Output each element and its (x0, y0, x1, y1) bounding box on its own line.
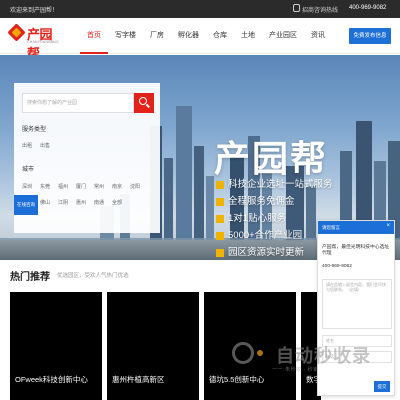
post-info-button[interactable]: 免费发布信息 (349, 28, 391, 44)
city-option[interactable]: 佛山 (40, 199, 50, 206)
feature-list: 科技企业选址一站式服务 全程服务免佣金 1对1贴心服务 5000+合作产业园 园… (216, 179, 333, 260)
service-option-sale[interactable]: 出售 (40, 142, 50, 149)
main-nav: 首页 写字楼 厂房 孵化器 仓库 土地 产业园区 资讯 (80, 18, 332, 54)
city-option[interactable]: 惠州 (76, 199, 86, 206)
nav-news[interactable]: 资讯 (304, 18, 332, 54)
city-option[interactable]: 南通 (94, 199, 104, 206)
consult-intro: 产园帮，最佳光明科技中心选址代理 (322, 245, 390, 257)
feature-item: 全程服务免佣金 (216, 196, 333, 213)
hotline-label: 招商咨询热线 (302, 8, 339, 14)
logo-subtitle: CHANYUANBANG (27, 40, 59, 44)
check-icon (216, 198, 224, 206)
watermark: 自动秒收录 一一·朱秒收 · 秒审 (232, 340, 382, 380)
feature-item: 科技企业选址一站式服务 (216, 179, 333, 196)
nav-office[interactable]: 写字楼 (108, 18, 143, 54)
close-icon[interactable]: × (386, 223, 390, 229)
nav-land[interactable]: 土地 (234, 18, 262, 54)
online-consult-button[interactable]: 在线咨询 (14, 195, 38, 215)
city-option[interactable]: 福州 (58, 183, 68, 190)
park-card[interactable]: 惠州杵植高新区 (107, 292, 199, 400)
city-option[interactable]: 南京 (112, 183, 122, 190)
welcome-text: 欢迎来到产园帮！ (10, 8, 59, 14)
header: 产园帮 CHANYUANBANG 首页 写字楼 厂房 孵化器 仓库 土地 产业园… (0, 18, 400, 61)
service-option-rent[interactable]: 出租 (22, 142, 32, 149)
watermark-subtext: 一一·朱秒收 · 秒审 (272, 367, 319, 373)
nav-incubator[interactable]: 孵化器 (171, 18, 206, 54)
consult-phone: 400-969-9082 (322, 264, 352, 269)
city-option[interactable]: 深圳 (22, 183, 32, 190)
watermark-logo-icon (232, 342, 254, 364)
nav-industrial-park[interactable]: 产业园区 (262, 18, 304, 54)
feature-item: 园区资源实时更新 (216, 247, 333, 260)
city-option[interactable]: 沈阳 (130, 183, 140, 190)
city-option[interactable]: 东莞 (40, 183, 50, 190)
feature-item: 1对1贴心服务 (216, 213, 333, 230)
service-type-label: 服务类型 (22, 127, 47, 133)
check-icon (216, 181, 224, 189)
logo-mark-icon (7, 23, 26, 42)
submit-button[interactable]: 提交 (374, 381, 390, 392)
nav-factory[interactable]: 厂房 (143, 18, 171, 54)
banner-slogan: 产园帮 (214, 138, 329, 179)
feature-item: 5000+合作产业园 (216, 230, 333, 247)
check-icon (216, 215, 224, 223)
watermark-text: 自动秒收录 (276, 346, 371, 366)
nav-warehouse[interactable]: 仓库 (206, 18, 234, 54)
check-icon (216, 249, 224, 257)
search-panel: 搜索你想了解的产业园 服务类型 出租 出售 城市 深圳 东莞 福州 厦门 常州 … (14, 83, 160, 233)
search-button[interactable] (134, 93, 154, 113)
consult-title: 请您留言 (318, 221, 394, 234)
check-icon (216, 232, 224, 240)
site-logo[interactable]: 产园帮 CHANYUANBANG (7, 23, 60, 61)
hotline-phone: 400-969-9082 (349, 5, 387, 11)
city-option[interactable]: 厦门 (76, 183, 86, 190)
hot-section-title: 热门推荐 (10, 272, 50, 283)
city-option[interactable]: 常州 (94, 183, 104, 190)
search-input[interactable]: 搜索你想了解的产业园 (22, 93, 134, 113)
hot-section-subtitle: 优选园区，受欢人气热门优选 (57, 273, 129, 279)
top-bar: 欢迎来到产园帮！ 招商咨询热线 400-969-9082 (0, 0, 400, 18)
message-textarea[interactable]: 请在此输入留言内容，我们会尽快与您联系。（必填） (322, 279, 392, 329)
city-option[interactable]: 全部 (112, 199, 122, 206)
city-label: 城市 (22, 167, 35, 173)
park-card-label: OFweek科技创新中心 (15, 375, 88, 384)
park-card[interactable]: OFweek科技创新中心 (10, 292, 102, 400)
park-card-label: 惠州杵植高新区 (112, 375, 165, 384)
nav-home[interactable]: 首页 (80, 18, 108, 54)
city-option[interactable]: 江阴 (58, 199, 68, 206)
phone-icon (293, 4, 300, 12)
